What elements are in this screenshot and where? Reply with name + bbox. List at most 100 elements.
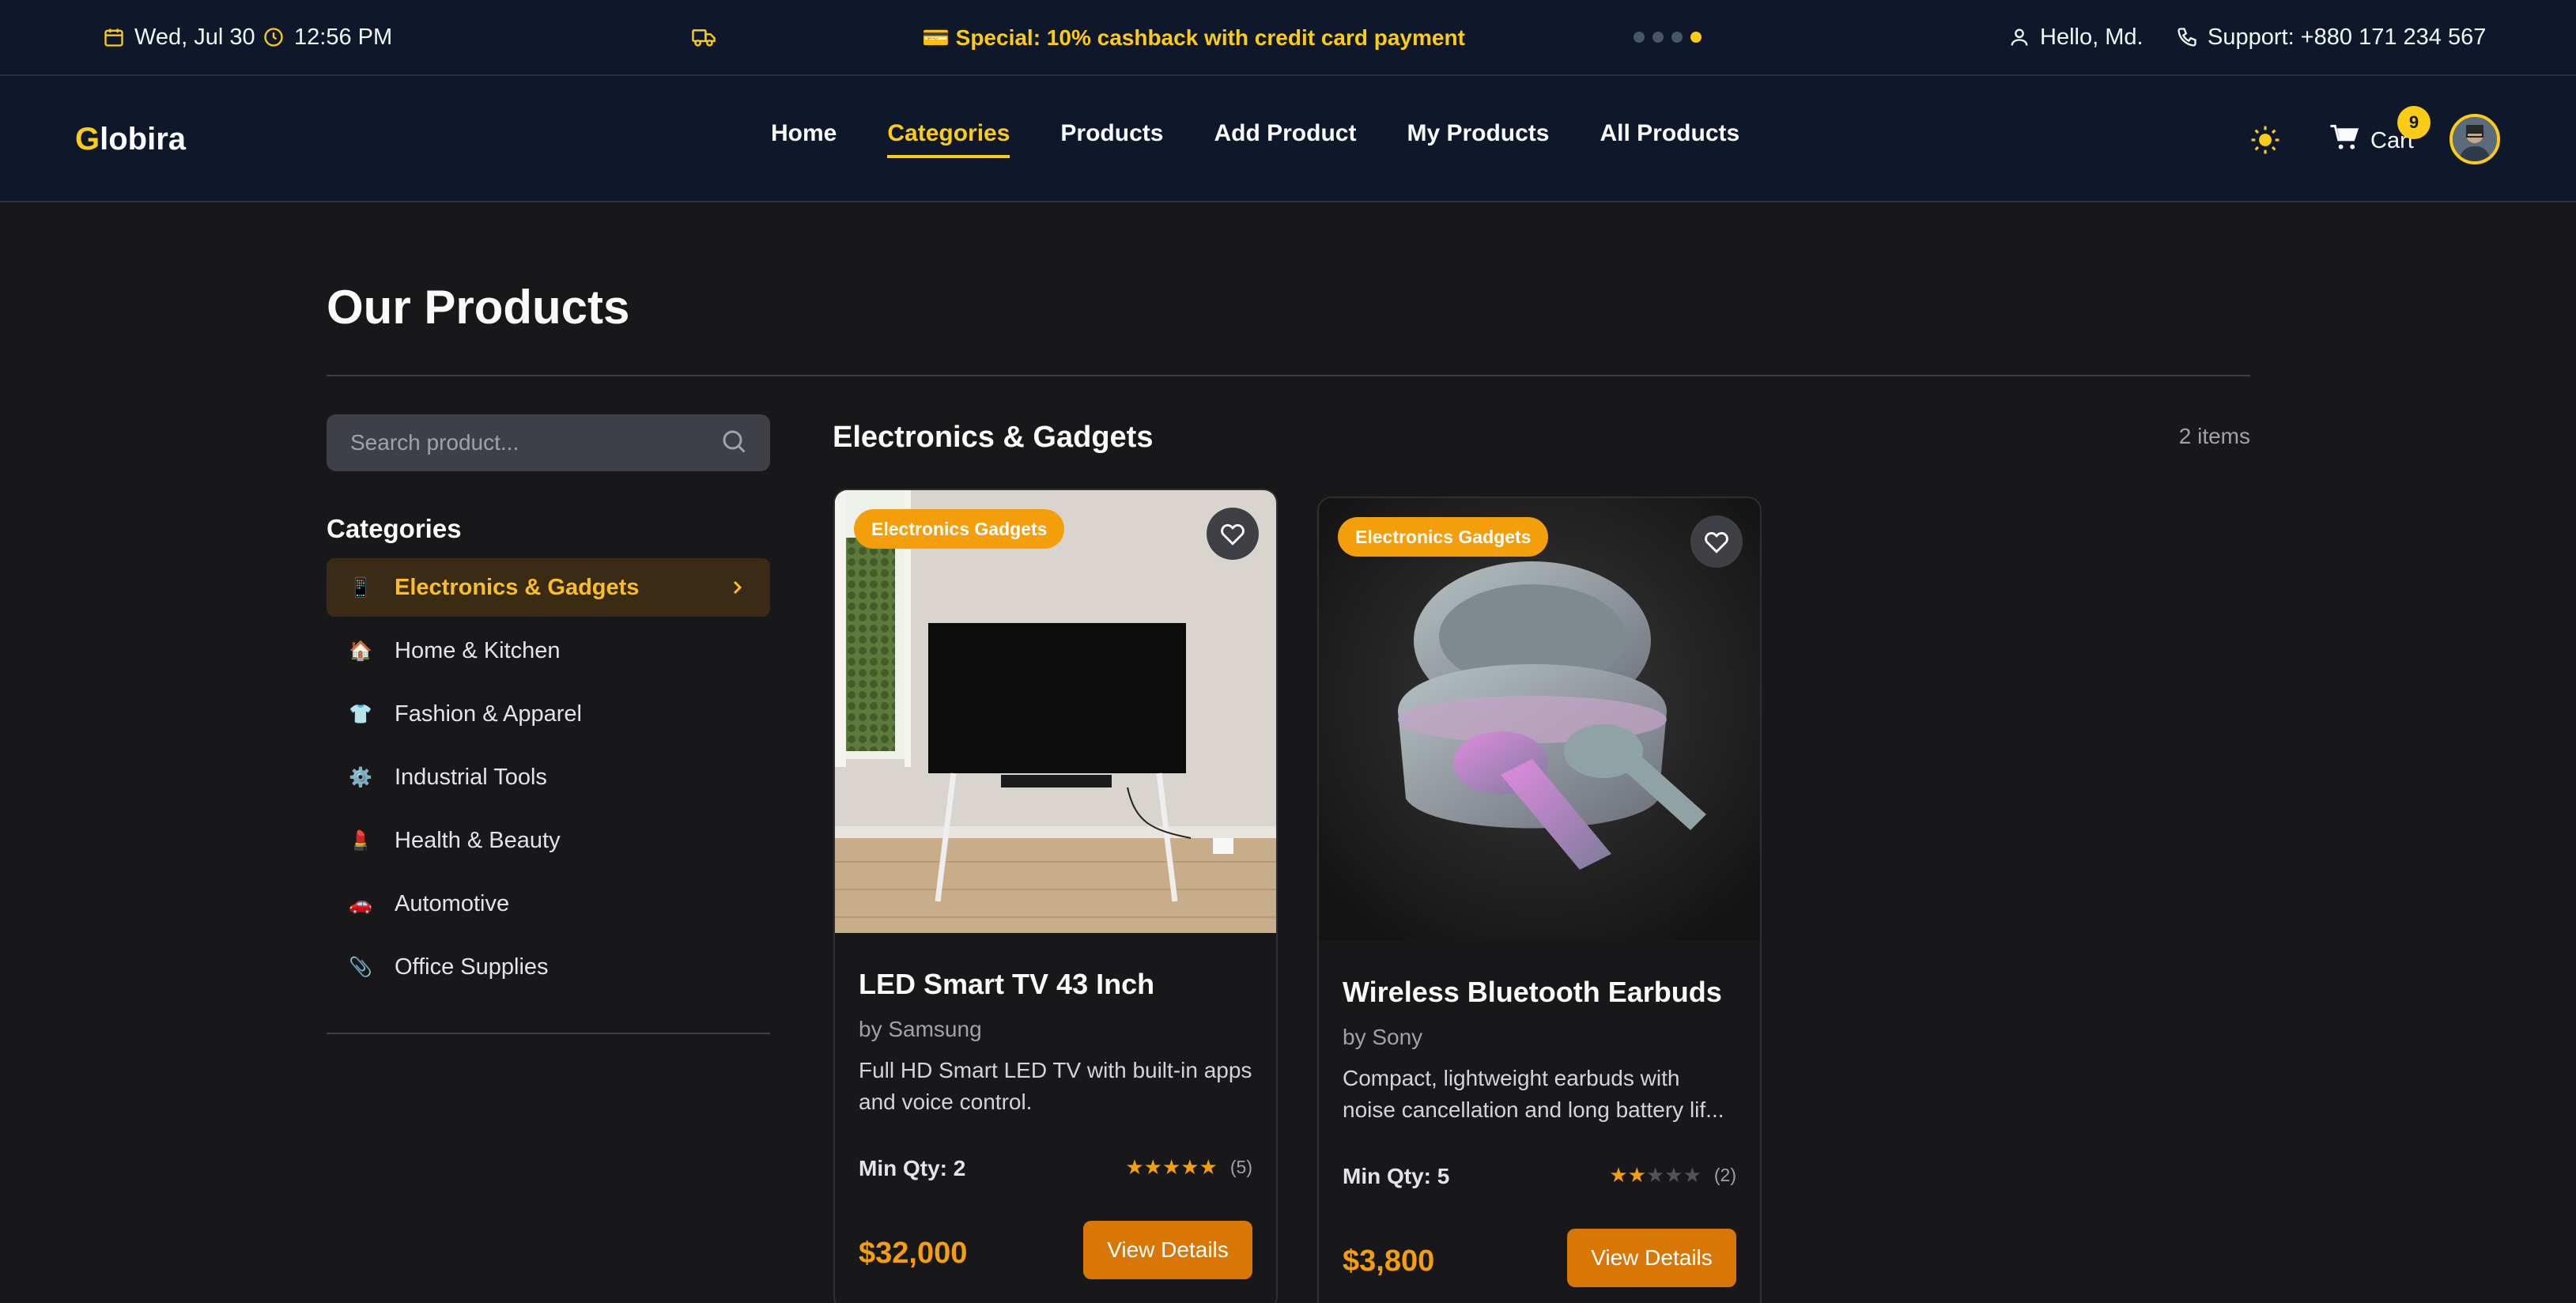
logo-text: lobira — [100, 122, 187, 157]
greeting-text: Hello, Md. — [2040, 24, 2144, 50]
cart-icon — [2329, 123, 2359, 158]
nav-link-my-products[interactable]: My Products — [1407, 120, 1549, 158]
favorite-heart-icon[interactable] — [1690, 516, 1743, 568]
category-label: Automotive — [395, 890, 510, 916]
support-contact[interactable]: Support: +880 171 234 567 — [2176, 0, 2486, 74]
category-label: Fashion & Apparel — [395, 701, 582, 727]
category-label: Home & Kitchen — [395, 637, 561, 663]
carousel-dot[interactable] — [1671, 32, 1683, 43]
page-title: Our Products — [327, 281, 630, 334]
category-badge: Electronics Gadgets — [1338, 517, 1549, 557]
product-rating: ★★★★★ (5) — [1125, 1156, 1252, 1178]
phone-icon: 📱 — [349, 576, 372, 599]
product-price: $32,000 — [859, 1237, 968, 1270]
nav-link-products[interactable]: Products — [1060, 120, 1163, 158]
product-min-qty: Min Qty: 5 — [1343, 1164, 1450, 1188]
star-filled-icon: ★ — [1609, 1163, 1628, 1187]
user-greeting: Hello, Md. — [2008, 0, 2144, 74]
paperclip-icon: 📎 — [349, 956, 372, 978]
star-filled-icon: ★ — [1627, 1163, 1646, 1187]
star-filled-icon: ★ — [1180, 1155, 1199, 1179]
support-text: Support: +880 171 234 567 — [2208, 24, 2487, 50]
favorite-heart-icon[interactable] — [1207, 508, 1259, 560]
rating-stars: ★★★★★ — [1125, 1156, 1218, 1178]
review-count: (5) — [1229, 1156, 1252, 1177]
category-badge: Electronics Gadgets — [854, 509, 1065, 549]
review-count: (2) — [1713, 1164, 1736, 1185]
date-text: Wed, Jul 30 — [134, 24, 255, 50]
product-image-earbuds[interactable] — [1319, 498, 1760, 941]
gear-icon: ⚙️ — [349, 766, 372, 788]
rating-stars: ★★★★★ — [1609, 1164, 1702, 1186]
item-count: 2 items — [2178, 424, 2250, 448]
product-image-tv[interactable] — [835, 490, 1276, 933]
view-details-button[interactable]: View Details — [1567, 1229, 1736, 1287]
category-label: Electronics & Gadgets — [395, 574, 640, 600]
category-item-office-supplies[interactable]: 📎 Office Supplies — [327, 938, 770, 996]
view-details-button[interactable]: View Details — [1083, 1221, 1252, 1279]
car-icon: 🚗 — [349, 893, 372, 915]
star-filled-icon: ★ — [1161, 1155, 1181, 1179]
categories-heading: Categories — [327, 514, 462, 543]
theme-toggle-sun-icon[interactable] — [2250, 125, 2280, 159]
product-brand: by Sony — [1343, 1025, 1423, 1049]
category-item-health-beauty[interactable]: 💄 Health & Beauty — [327, 811, 770, 870]
product-name[interactable]: Wireless Bluetooth Earbuds — [1343, 976, 1722, 1009]
time-display: 12:56 PM — [263, 0, 392, 74]
category-item-automotive[interactable]: 🚗 Automotive — [327, 874, 770, 933]
logo-letter: G — [75, 122, 100, 157]
product-name[interactable]: LED Smart TV 43 Inch — [859, 968, 1154, 1001]
product-description: Full HD Smart LED TV with built-in apps … — [859, 1058, 1252, 1114]
category-label: Health & Beauty — [395, 827, 561, 853]
search-icon[interactable] — [720, 427, 748, 459]
search-input[interactable] — [350, 430, 720, 455]
divider — [327, 1033, 770, 1034]
category-label: Office Supplies — [395, 954, 549, 980]
lipstick-icon: 💄 — [349, 829, 372, 852]
site-logo[interactable]: Globira — [75, 122, 186, 157]
product-min-qty: Min Qty: 2 — [859, 1156, 966, 1180]
category-item-electronics[interactable]: 📱 Electronics & Gadgets — [327, 558, 770, 617]
product-price: $3,800 — [1343, 1244, 1435, 1278]
star-empty-icon: ★ — [1683, 1163, 1702, 1187]
product-rating: ★★★★★ (2) — [1609, 1164, 1736, 1186]
category-item-fashion[interactable]: 👕 Fashion & Apparel — [327, 685, 770, 743]
star-empty-icon: ★ — [1664, 1163, 1683, 1187]
user-icon — [2008, 26, 2030, 48]
promo-carousel-dots[interactable] — [1634, 32, 1702, 43]
date-display: Wed, Jul 30 — [103, 0, 255, 74]
carousel-dot[interactable] — [1634, 32, 1645, 43]
main-navbar: Globira Home Categories Products Add Pro… — [0, 76, 2576, 202]
star-filled-icon: ★ — [1199, 1155, 1218, 1179]
calendar-icon — [103, 26, 125, 48]
divider — [327, 375, 2250, 376]
carousel-dot[interactable] — [1652, 32, 1664, 43]
product-description: Compact, lightweight earbuds with noise … — [1343, 1066, 1724, 1122]
star-filled-icon: ★ — [1125, 1155, 1144, 1179]
category-item-industrial-tools[interactable]: ⚙️ Industrial Tools — [327, 748, 770, 806]
chevron-right-icon — [727, 577, 746, 603]
product-card[interactable]: Electronics Gadgets LED Smart TV 43 Inch… — [833, 489, 1278, 1303]
cart-count-badge: 9 — [2397, 106, 2431, 139]
promo-banner-text: 💳 Special: 10% cashback with credit card… — [922, 25, 1465, 50]
nav-link-add-product[interactable]: Add Product — [1214, 120, 1356, 158]
category-item-home-kitchen[interactable]: 🏠 Home & Kitchen — [327, 621, 770, 680]
time-text: 12:56 PM — [294, 24, 393, 50]
delivery-truck-icon — [691, 0, 716, 74]
nav-link-categories[interactable]: Categories — [887, 120, 1010, 158]
category-label: Industrial Tools — [395, 764, 547, 790]
clock-icon — [263, 26, 285, 48]
nav-link-home[interactable]: Home — [771, 120, 837, 158]
section-title: Electronics & Gadgets — [833, 421, 1154, 454]
top-info-bar: Wed, Jul 30 12:56 PM 💳 Special: 10% cash… — [0, 0, 2576, 76]
phone-icon — [2176, 26, 2198, 48]
star-empty-icon: ★ — [1645, 1163, 1665, 1187]
user-avatar[interactable] — [2449, 114, 2500, 164]
search-box — [327, 414, 770, 471]
nav-links: Home Categories Products Add Product My … — [771, 120, 1790, 158]
tshirt-icon: 👕 — [349, 703, 372, 725]
nav-link-all-products[interactable]: All Products — [1600, 120, 1739, 158]
product-card[interactable]: Electronics Gadgets Wireless Bluetooth E… — [1317, 497, 1762, 1303]
category-list: 📱 Electronics & Gadgets 🏠 Home & Kitchen… — [327, 558, 770, 1001]
carousel-dot-active[interactable] — [1690, 32, 1702, 43]
